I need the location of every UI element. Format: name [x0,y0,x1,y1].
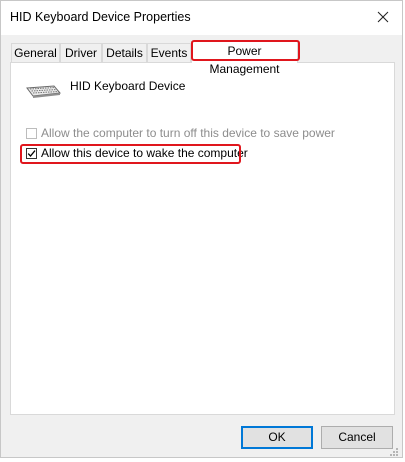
keyboard-icon [24,80,64,100]
checkmark-icon [27,149,36,157]
power-management-panel: HID Keyboard Device Allow the computer t… [10,62,395,415]
tab-driver[interactable]: Driver [60,43,102,62]
wake-label: Allow this device to wake the computer [41,146,248,160]
ok-button[interactable]: OK [241,426,313,449]
resize-grip-icon[interactable] [389,444,399,456]
option-power-save-row: Allow the computer to turn off this devi… [26,125,335,141]
close-icon [377,11,389,23]
close-button[interactable] [372,6,394,28]
tab-details[interactable]: Details [102,43,147,62]
power-save-checkbox[interactable] [26,127,37,139]
title-bar[interactable]: HID Keyboard Device Properties [1,1,402,35]
wake-checkbox[interactable] [26,147,37,159]
option-wake-row: Allow this device to wake the computer [26,145,248,161]
properties-dialog: HID Keyboard Device Properties General D… [0,0,403,458]
tab-general[interactable]: General [11,43,60,62]
window-title: HID Keyboard Device Properties [10,10,191,24]
device-name: HID Keyboard Device [70,79,186,93]
cancel-button[interactable]: Cancel [321,426,393,449]
tab-events[interactable]: Events [147,43,191,62]
power-save-label: Allow the computer to turn off this devi… [41,126,335,140]
tab-power-management[interactable]: Power Management [191,41,298,76]
